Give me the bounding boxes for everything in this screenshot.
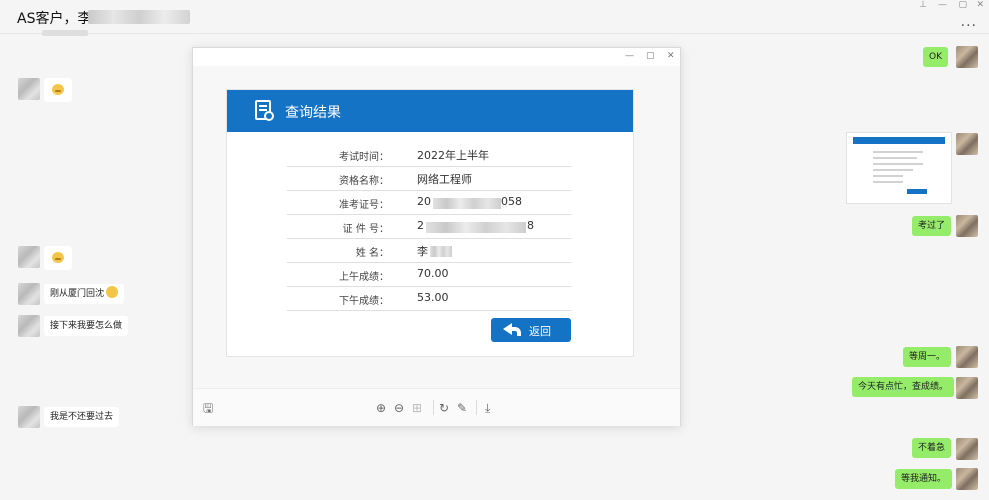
redacted-contact-name xyxy=(88,10,190,24)
result-row: 准考证号： 20 058 xyxy=(287,191,571,215)
row-value: 网络工程师 xyxy=(417,173,472,186)
save-icon[interactable]: 🖫 xyxy=(203,401,213,415)
query-result-card: 查询结果 考试时间： 2022年上半年 资格名称： 网络工程师 准考证号： 20… xyxy=(226,89,634,357)
message-bubble: 等我通知。 xyxy=(895,469,953,489)
row-label: 证 件 号： xyxy=(342,224,389,235)
thumbnail-button xyxy=(907,189,927,194)
row-label: 上午成绩： xyxy=(339,272,389,283)
document-search-icon xyxy=(255,100,274,121)
message-bubble: 不着急 xyxy=(912,438,952,458)
row-label: 姓 名： xyxy=(355,248,389,259)
back-button[interactable]: 返回 xyxy=(491,318,571,342)
result-row: 考试时间： 2022年上半年 xyxy=(287,143,571,167)
message-text: 刚从厦门回沈 xyxy=(50,289,105,299)
image-viewer-window[interactable]: — ▢ ✕ 查询结果 考试时间： 2022年上半年 资格名称： 网络工程师 准考… xyxy=(192,47,681,426)
row-value: 2 xyxy=(417,219,424,232)
avatar[interactable] xyxy=(956,377,978,399)
redacted-id-number xyxy=(433,198,501,209)
toolbar-divider xyxy=(476,400,477,415)
image-stage: 查询结果 考试时间： 2022年上半年 资格名称： 网络工程师 准考证号： 20… xyxy=(193,66,680,388)
avatar[interactable] xyxy=(18,246,40,268)
maximize-icon[interactable]: ▢ xyxy=(646,51,655,61)
edit-icon[interactable]: ✎ xyxy=(457,401,467,415)
avatar[interactable] xyxy=(18,315,40,337)
sticker-message[interactable] xyxy=(44,246,72,270)
row-label: 下午成绩： xyxy=(339,296,389,307)
thumbnail-line xyxy=(873,181,903,183)
back-button-label: 返回 xyxy=(529,325,551,338)
redacted-id-number xyxy=(426,222,526,233)
image-message-thumbnail[interactable] xyxy=(846,132,952,204)
row-value: 20 xyxy=(417,195,431,208)
minimize-icon[interactable]: — xyxy=(625,51,634,61)
result-row: 资格名称： 网络工程师 xyxy=(287,167,571,191)
redacted-name xyxy=(430,246,452,257)
row-value: 53.00 xyxy=(417,291,449,304)
avatar[interactable] xyxy=(18,283,40,305)
result-row: 证 件 号： 2 8 xyxy=(287,215,571,239)
chat-title: AS客户，李 xyxy=(17,11,92,27)
avatar[interactable] xyxy=(18,406,40,428)
close-icon[interactable]: ✕ xyxy=(976,0,984,10)
maximize-icon[interactable]: ▢ xyxy=(958,0,967,10)
thumbnail-line xyxy=(873,163,923,165)
message-bubble: OK xyxy=(923,47,948,67)
thumbnail-header xyxy=(853,137,945,144)
row-value: 2022年上半年 xyxy=(417,149,489,162)
viewer-toolbar: 🖫 ⊕ ⊖ ⊞ ↻ ✎ ⤓ xyxy=(193,388,680,426)
zoom-in-icon[interactable]: ⊕ xyxy=(376,401,386,415)
row-value-suffix: 8 xyxy=(527,219,534,232)
emoji-icon xyxy=(52,252,64,263)
viewer-title-bar: — ▢ ✕ xyxy=(193,48,680,66)
avatar[interactable] xyxy=(956,438,978,460)
avatar[interactable] xyxy=(956,346,978,368)
message-bubble: 等周一。 xyxy=(903,347,952,367)
zoom-out-icon[interactable]: ⊖ xyxy=(394,401,404,415)
row-value-suffix: 058 xyxy=(501,195,522,208)
thumbnail-line xyxy=(873,157,917,159)
minimize-icon[interactable]: — xyxy=(938,0,947,10)
more-options-button[interactable]: ... xyxy=(961,14,977,30)
row-label: 考试时间： xyxy=(339,152,389,163)
thumbnail-line xyxy=(873,151,923,153)
emoji-icon xyxy=(52,84,64,95)
emoji-icon xyxy=(106,286,119,298)
pin-icon[interactable]: ⊥ xyxy=(919,0,927,10)
message-bubble: 考过了 xyxy=(912,216,952,236)
toolbar-divider xyxy=(433,400,434,415)
result-row: 上午成绩： 70.00 xyxy=(287,263,571,287)
message-bubble: 我是不还要过去 xyxy=(44,407,120,427)
close-icon[interactable]: ✕ xyxy=(667,51,675,61)
row-value: 李 xyxy=(417,245,428,258)
avatar[interactable] xyxy=(18,78,40,100)
thumbnail-line xyxy=(873,169,913,171)
chat-title-bar: AS客户，李 ⊥ — ▢ ✕ ... xyxy=(0,0,989,34)
row-label: 资格名称： xyxy=(339,176,389,187)
row-value: 70.00 xyxy=(417,267,449,280)
result-row: 下午成绩： 53.00 xyxy=(287,287,571,311)
row-label: 准考证号： xyxy=(339,200,389,211)
return-arrow-icon xyxy=(503,323,521,336)
result-row: 姓 名： 李 xyxy=(287,239,571,263)
avatar[interactable] xyxy=(956,468,978,490)
message-bubble: 刚从厦门回沈 xyxy=(44,284,125,304)
result-title: 查询结果 xyxy=(285,105,341,121)
download-icon[interactable]: ⤓ xyxy=(485,401,490,415)
result-header: 查询结果 xyxy=(227,90,633,132)
avatar[interactable] xyxy=(956,46,978,68)
avatar[interactable] xyxy=(956,133,978,155)
message-bubble: 接下来我要怎么做 xyxy=(44,316,129,336)
avatar[interactable] xyxy=(956,215,978,237)
message-bubble: 今天有点忙，查成绩。 xyxy=(852,377,955,397)
sticker-message[interactable] xyxy=(44,78,72,102)
redacted-subtitle xyxy=(42,30,88,36)
rotate-icon[interactable]: ↻ xyxy=(439,401,449,415)
thumbnail-line xyxy=(873,175,903,177)
fit-icon[interactable]: ⊞ xyxy=(412,401,422,415)
